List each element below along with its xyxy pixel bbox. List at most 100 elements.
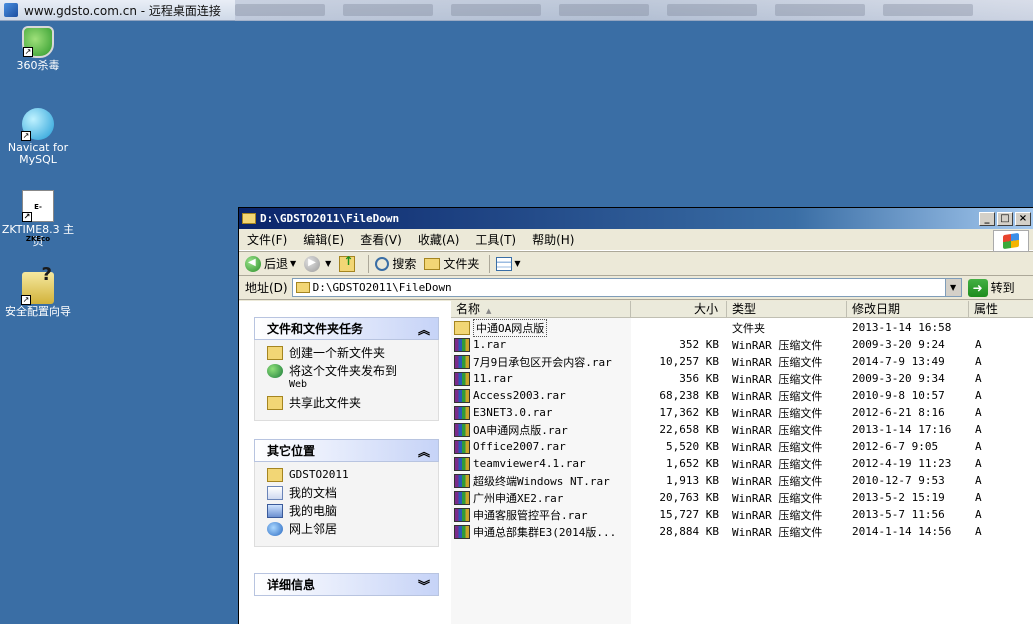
remote-desktop-bar: www.gdsto.com.cn - 远程桌面连接 xyxy=(0,0,1033,21)
file-size: 17,362 KB xyxy=(659,406,719,419)
desktop-icon-security-wizard[interactable]: ↗ 安全配置向导 xyxy=(0,269,76,318)
collapse-icon[interactable]: ︽ xyxy=(418,443,430,460)
file-date: 2013-5-7 11:56 xyxy=(852,508,945,521)
rar-archive-icon xyxy=(454,337,470,352)
address-dropdown-button[interactable]: ▼ xyxy=(944,279,961,296)
file-type: WinRAR 压缩文件 xyxy=(732,423,823,437)
other-places-panel: 其它位置 ︽ GDSTO2011 我的文档 我的电脑 网上邻居 xyxy=(254,439,439,547)
file-name: teamviewer4.1.rar xyxy=(473,457,586,470)
chevron-down-icon[interactable]: ▼ xyxy=(290,259,296,268)
file-size: 1,652 KB xyxy=(666,457,719,470)
forward-arrow-icon xyxy=(304,255,321,272)
task-pane: 文件和文件夹任务 ︽ 创建一个新文件夹 将这个文件夹发布到Web 共享此文件夹 xyxy=(239,301,451,624)
folder-icon xyxy=(295,282,310,293)
file-row[interactable]: 7月9日承包区开会内容.rar 10,257 KB WinRAR 压缩文件 2014-… xyxy=(451,353,1033,370)
details-panel: 详细信息 ︾ xyxy=(254,573,439,596)
address-input[interactable]: D:\GDSTO2011\FileDown ▼ xyxy=(291,278,962,297)
share-folder-icon xyxy=(267,396,283,410)
file-row[interactable]: 申通总部集群E3(2014版... 28,884 KB WinRAR 压缩文件 201… xyxy=(451,523,1033,540)
other-places-header[interactable]: 其它位置 ︽ xyxy=(254,439,439,462)
menu-view[interactable]: 查看(V) xyxy=(360,231,402,248)
place-gdsto2011[interactable]: GDSTO2011 xyxy=(267,468,438,482)
file-attr: A xyxy=(975,508,982,521)
task-label: 共享此文件夹 xyxy=(289,396,362,410)
file-size: 356 KB xyxy=(679,372,719,385)
close-button[interactable]: × xyxy=(1015,211,1031,226)
file-type: WinRAR 压缩文件 xyxy=(732,355,823,369)
task-label: 将这个文件夹发布到 xyxy=(289,364,398,378)
file-name: 11.rar xyxy=(473,372,513,385)
search-button[interactable]: 搜索 xyxy=(375,255,416,272)
forward-button[interactable]: ▼ xyxy=(304,255,331,272)
file-type: WinRAR 压缩文件 xyxy=(732,525,823,539)
file-row[interactable]: 申通客服管控平台.rar 15,727 KB WinRAR 压缩文件 2013-5-7… xyxy=(451,506,1033,523)
rar-archive-icon xyxy=(454,456,470,471)
chevron-down-icon[interactable]: ▼ xyxy=(325,259,331,268)
place-my-documents[interactable]: 我的文档 xyxy=(267,486,438,500)
column-size[interactable]: 大小 xyxy=(631,301,727,317)
file-folder-tasks-panel: 文件和文件夹任务 ︽ 创建一个新文件夹 将这个文件夹发布到 Web 共享此文件夹 xyxy=(254,317,439,421)
new-folder-icon xyxy=(267,346,283,360)
place-label: 我的文档 xyxy=(289,486,338,500)
column-name[interactable]: 名称 ▲ xyxy=(451,301,631,317)
task-share-folder[interactable]: 共享此文件夹 xyxy=(267,396,438,410)
column-attributes[interactable]: 属性 xyxy=(969,301,1033,317)
file-row[interactable]: OA申通网点版.rar 22,658 KB WinRAR 压缩文件 2013-1-14… xyxy=(451,421,1033,438)
file-size: 10,257 KB xyxy=(659,355,719,368)
place-my-computer[interactable]: 我的电脑 xyxy=(267,504,438,518)
views-button[interactable]: ▼ xyxy=(496,256,521,271)
folders-icon xyxy=(424,257,441,270)
collapse-icon[interactable]: ︽ xyxy=(418,321,430,338)
search-label: 搜索 xyxy=(392,257,417,271)
column-date[interactable]: 修改日期 xyxy=(847,301,969,317)
task-publish-web[interactable]: 将这个文件夹发布到 Web xyxy=(267,364,438,392)
address-value: D:\GDSTO2011\FileDown xyxy=(312,281,452,294)
details-header[interactable]: 详细信息 ︾ xyxy=(254,573,439,596)
menu-help[interactable]: 帮助(H) xyxy=(532,231,574,248)
go-button[interactable]: ➜ 转到 xyxy=(967,278,1015,297)
window-titlebar[interactable]: D:\GDSTO2011\FileDown _ □ × xyxy=(239,208,1033,229)
menu-favorites[interactable]: 收藏(A) xyxy=(418,231,460,248)
file-row[interactable]: Office2007.rar 5,520 KB WinRAR 压缩文件 2012-6-… xyxy=(451,438,1033,455)
file-size: 28,884 KB xyxy=(659,525,719,538)
explorer-window: D:\GDSTO2011\FileDown _ □ × 文件(F) 编辑(E) … xyxy=(238,207,1033,624)
task-new-folder[interactable]: 创建一个新文件夹 xyxy=(267,346,438,360)
file-list: 名称 ▲ 大小 类型 修改日期 属性 中通OA网点版 文件夹 2013-1-14 16… xyxy=(451,301,1033,624)
expand-icon[interactable]: ︾ xyxy=(418,577,430,594)
file-name: 广州申通XE2.rar xyxy=(473,491,564,505)
file-folder-tasks-header[interactable]: 文件和文件夹任务 ︽ xyxy=(254,317,439,340)
file-type: 文件夹 xyxy=(732,321,765,335)
up-button[interactable] xyxy=(339,254,358,272)
file-type: WinRAR 压缩文件 xyxy=(732,372,823,386)
minimize-button[interactable]: _ xyxy=(979,211,995,226)
go-label: 转到 xyxy=(990,281,1015,295)
file-attr: A xyxy=(975,457,982,470)
maximize-button[interactable]: □ xyxy=(997,211,1013,226)
file-row[interactable]: 广州申通XE2.rar 20,763 KB WinRAR 压缩文件 2013-5-2 … xyxy=(451,489,1033,506)
file-date: 2014-7-9 13:49 xyxy=(852,355,945,368)
windows-logo xyxy=(993,230,1029,252)
address-bar: 地址(D) D:\GDSTO2011\FileDown ▼ ➜ 转到 xyxy=(239,276,1033,300)
toolbar-separator xyxy=(489,254,491,273)
menu-file[interactable]: 文件(F) xyxy=(247,231,287,248)
file-row[interactable]: 11.rar 356 KB WinRAR 压缩文件 2009-3-20 9:34 A xyxy=(451,370,1033,387)
desktop-icon-360[interactable]: ↗ 360杀毒 xyxy=(0,26,76,72)
file-row[interactable]: E3NET3.0.rar 17,362 KB WinRAR 压缩文件 2012-6-2… xyxy=(451,404,1033,421)
file-name: 1.rar xyxy=(473,338,507,351)
file-type: WinRAR 压缩文件 xyxy=(732,338,823,352)
file-row[interactable]: 中通OA网点版 文件夹 2013-1-14 16:58 xyxy=(451,318,1033,337)
column-type[interactable]: 类型 xyxy=(727,301,847,317)
file-row[interactable]: 超级终端Windows NT.rar 1,913 KB WinRAR 压缩文件 201… xyxy=(451,472,1033,489)
folders-button[interactable]: 文件夹 xyxy=(424,255,479,272)
back-button[interactable]: 后退 ▼ xyxy=(245,255,296,272)
menu-edit[interactable]: 编辑(E) xyxy=(303,231,344,248)
desktop-icon-navicat[interactable]: ↗ Navicat for MySQL xyxy=(0,108,76,166)
file-name: 申通客服管控平台.rar xyxy=(473,508,588,522)
place-network[interactable]: 网上邻居 xyxy=(267,522,438,536)
menu-tools[interactable]: 工具(T) xyxy=(475,231,516,248)
file-row[interactable]: 1.rar 352 KB WinRAR 压缩文件 2009-3-20 9:24 A xyxy=(451,336,1033,353)
desktop-icon-zktime[interactable]: E-ZKEco↗ ZKTIME8.3 主页 xyxy=(0,190,76,248)
rar-archive-icon xyxy=(454,490,470,505)
file-row[interactable]: Access2003.rar 68,238 KB WinRAR 压缩文件 2010-9… xyxy=(451,387,1033,404)
file-row[interactable]: teamviewer4.1.rar 1,652 KB WinRAR 压缩文件 2012… xyxy=(451,455,1033,472)
